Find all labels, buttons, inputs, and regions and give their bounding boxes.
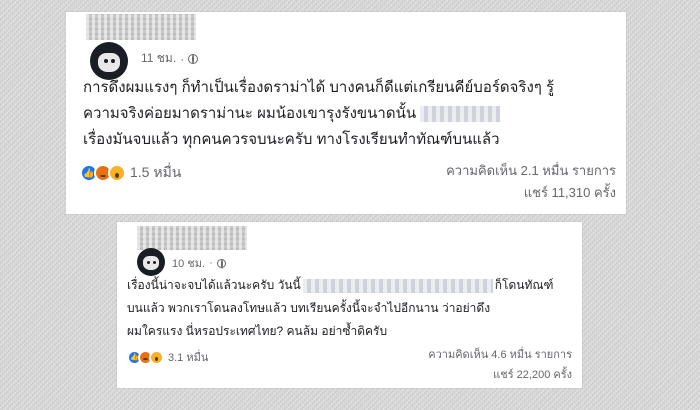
share-count[interactable]: แชร์ 22,200 ครั้ง	[428, 365, 572, 385]
redacted-text	[302, 278, 493, 293]
post-line-1: การดึงผมแรงๆ ก็ทำเป็นเรื่องดราม่าได้ บาง…	[83, 79, 555, 96]
avatar[interactable]	[137, 248, 165, 276]
post-line-3: เรื่องมันจบแล้ว ทุกคนควรจบนะครับ ทางโรงเ…	[83, 131, 500, 148]
reaction-count: 3.1 หมื่น	[168, 352, 209, 364]
post-meta: 10 ชม. ·	[172, 254, 226, 272]
post-body: เรื่องนี้น่าจะจบได้แล้วนะครับ วันนี้ ก็โด…	[127, 274, 553, 343]
post-time[interactable]: 10 ชม.	[172, 254, 205, 272]
post-card-2: 10 ชม. · เรื่องนี้น่าจะจบได้แล้วนะครับ ว…	[117, 222, 582, 388]
comment-count[interactable]: ความคิดเห็น 4.6 หมื่น รายการ	[428, 345, 572, 365]
post-time[interactable]: 11 ชม.	[141, 49, 176, 68]
post-stats: ความคิดเห็น 2.1 หมื่น รายการ แชร์ 11,310…	[446, 160, 616, 204]
post-body: การดึงผมแรงๆ ก็ทำเป็นเรื่องดราม่าได้ บาง…	[83, 75, 554, 153]
reaction-summary[interactable]: 👍 1.5 หมื่น	[80, 162, 181, 184]
post-stats: ความคิดเห็น 4.6 หมื่น รายการ แชร์ 22,200…	[428, 345, 572, 385]
post-line-2: บนแล้ว พวกเราโดนลงโทษแล้ว บทเรียนครั้งนี…	[127, 301, 491, 315]
reaction-summary[interactable]: 👍 3.1 หมื่น	[127, 348, 208, 366]
post-line-2: ความจริงค่อยมาดราม่านะ ผมน้องเขารุงรังขน…	[83, 101, 554, 127]
redacted-text	[420, 106, 501, 123]
wow-icon	[149, 349, 164, 365]
post-line-3: ผมใครแรง นี่หรอประเทศไทย? คนล้ม อย่าซ้ำด…	[127, 324, 388, 338]
post-card-1: 11 ชม. · การดึงผมแรงๆ ก็ทำเป็นเรื่องดราม…	[66, 12, 626, 214]
author-name-redacted	[137, 226, 247, 250]
post-line-1: เรื่องนี้น่าจะจบได้แล้วนะครับ วันนี้ ก็โด…	[127, 278, 554, 293]
post-meta: 11 ชม. ·	[141, 49, 199, 68]
globe-icon[interactable]	[188, 53, 199, 64]
reaction-count: 1.5 หมื่น	[130, 164, 182, 180]
author-name-redacted	[86, 14, 196, 40]
comment-count[interactable]: ความคิดเห็น 2.1 หมื่น รายการ	[446, 160, 616, 182]
share-count[interactable]: แชร์ 11,310 ครั้ง	[446, 182, 616, 204]
wow-icon	[108, 164, 126, 182]
globe-icon[interactable]	[216, 258, 226, 269]
